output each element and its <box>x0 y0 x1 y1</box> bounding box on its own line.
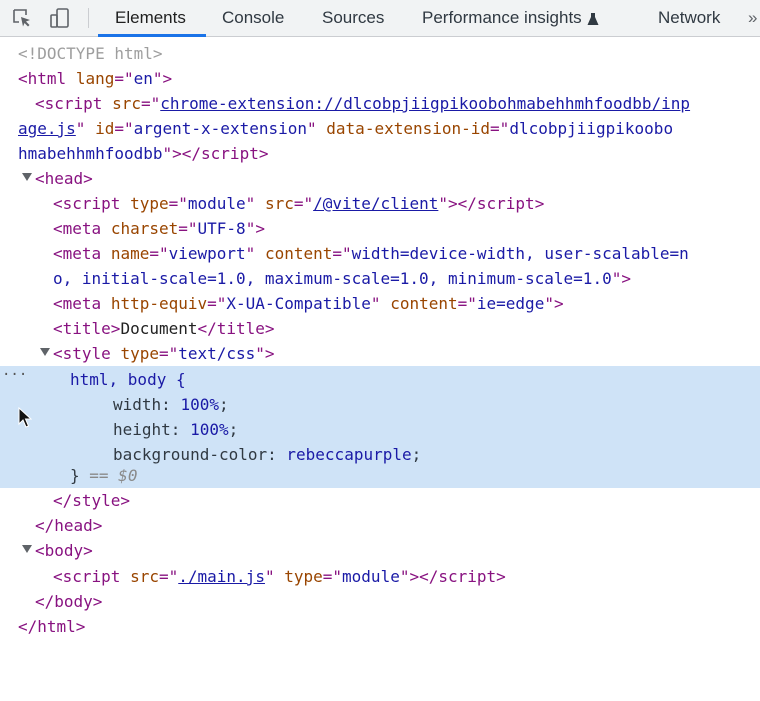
meta-viewport-content-cont: o, initial-scale=1.0, maximum-scale=1.0,… <box>53 269 612 288</box>
extension-script-id-value: argent-x-extension <box>133 119 307 138</box>
doctype-text: <!DOCTYPE html> <box>18 44 163 63</box>
toolbar-divider <box>88 8 89 28</box>
meta-viewport-content: width=device-width, user-scalable=n <box>351 244 689 263</box>
extension-data-attr: data-extension-id <box>326 119 491 138</box>
vite-script-node[interactable]: <script type="module" src="/@vite/client… <box>0 191 760 216</box>
html-lang-value: en <box>133 69 153 88</box>
title-text: Document <box>120 319 198 338</box>
meta-charset-node[interactable]: <meta charset="UTF-8"> <box>0 216 760 241</box>
extension-script-node[interactable]: <script src="chrome-extension://dlcobpji… <box>0 91 760 116</box>
css-width-line[interactable]: width: 100%; <box>0 392 760 417</box>
meta-compat-node[interactable]: <meta http-equiv="X-UA-Compatible" conte… <box>0 291 760 316</box>
meta-viewport-name: viewport <box>168 244 246 263</box>
body-close-node[interactable]: </body> <box>0 589 760 614</box>
css-bg-value: rebeccapurple <box>286 445 412 464</box>
device-toolbar-icon[interactable] <box>49 7 71 29</box>
extension-data-value: dlcobpjiigpikoobo <box>509 119 674 138</box>
extension-script-node-cont[interactable]: age.js" id="argent-x-extension" data-ext… <box>0 116 760 141</box>
html-lang-attr: lang <box>75 69 115 88</box>
css-width-value: 100% <box>180 395 219 414</box>
title-node[interactable]: <title>Document</title> <box>0 316 760 341</box>
meta-viewport-node[interactable]: <meta name="viewport" content="width=dev… <box>0 241 760 266</box>
tab-network[interactable]: Network <box>658 0 720 36</box>
extension-data-value-cont: hmabehhmhfoodbb <box>18 144 163 163</box>
head-node[interactable]: <head> <box>0 166 760 191</box>
head-close-node[interactable]: </head> <box>0 513 760 538</box>
doctype-node[interactable]: <!DOCTYPE html> <box>0 41 760 66</box>
devtools-toolbar: Elements Console Sources Performance ins… <box>0 0 760 37</box>
meta-charset-value: UTF-8 <box>197 219 246 238</box>
main-script-type: module <box>342 567 400 586</box>
meta-compat-content: ie=edge <box>476 294 545 313</box>
inspect-element-icon[interactable] <box>11 7 33 29</box>
vite-script-type: module <box>187 194 246 213</box>
meta-viewport-node-cont[interactable]: o, initial-scale=1.0, maximum-scale=1.0,… <box>0 266 760 291</box>
selected-node-marker: == $0 <box>89 466 138 485</box>
css-height-value: 100% <box>190 420 229 439</box>
html-tag-name: html <box>27 69 67 88</box>
more-tabs-chevron-icon[interactable]: » <box>748 0 757 36</box>
active-tab-indicator <box>98 34 206 37</box>
main-js-link[interactable]: ./main.js <box>178 567 265 586</box>
extension-script-node-end[interactable]: hmabehhmhfoodbb"></script> <box>0 141 760 166</box>
tab-performance-insights-label: Performance insights <box>422 8 582 27</box>
meta-http-equiv-value: X-UA-Compatible <box>226 294 371 313</box>
css-selector-line[interactable]: html, body { <box>0 367 760 392</box>
tab-console[interactable]: Console <box>222 0 284 36</box>
css-close-brace: } <box>70 466 80 485</box>
style-node[interactable]: <style type="text/css"> <box>0 341 760 366</box>
css-close-line[interactable]: } == $0 <box>0 463 760 488</box>
body-node[interactable]: <body> <box>0 538 760 563</box>
mouse-pointer-icon <box>18 407 32 428</box>
css-selector: html, body { <box>70 370 186 389</box>
extension-script-src-link-cont[interactable]: age.js <box>18 119 76 138</box>
html-node[interactable]: <html lang="en"> <box>0 66 760 91</box>
main-script-node[interactable]: <script src="./main.js" type="module"></… <box>0 564 760 589</box>
style-close-node[interactable]: </style> <box>0 488 760 513</box>
tab-elements[interactable]: Elements <box>115 0 186 36</box>
style-type-value: text/css <box>178 344 256 363</box>
flask-icon <box>587 12 599 25</box>
vite-client-link[interactable]: /@vite/client <box>313 194 438 213</box>
extension-script-src-link[interactable]: chrome-extension://dlcobpjiigpikoobohmab… <box>160 94 690 113</box>
tab-performance-insights[interactable]: Performance insights <box>422 0 599 36</box>
css-height-prop: height <box>113 420 171 439</box>
css-height-line[interactable]: height: 100%; <box>0 417 760 442</box>
css-width-prop: width <box>113 395 162 414</box>
tab-sources[interactable]: Sources <box>322 0 384 36</box>
html-close-node[interactable]: </html> <box>0 614 760 639</box>
css-bg-prop: background-color <box>113 445 268 464</box>
